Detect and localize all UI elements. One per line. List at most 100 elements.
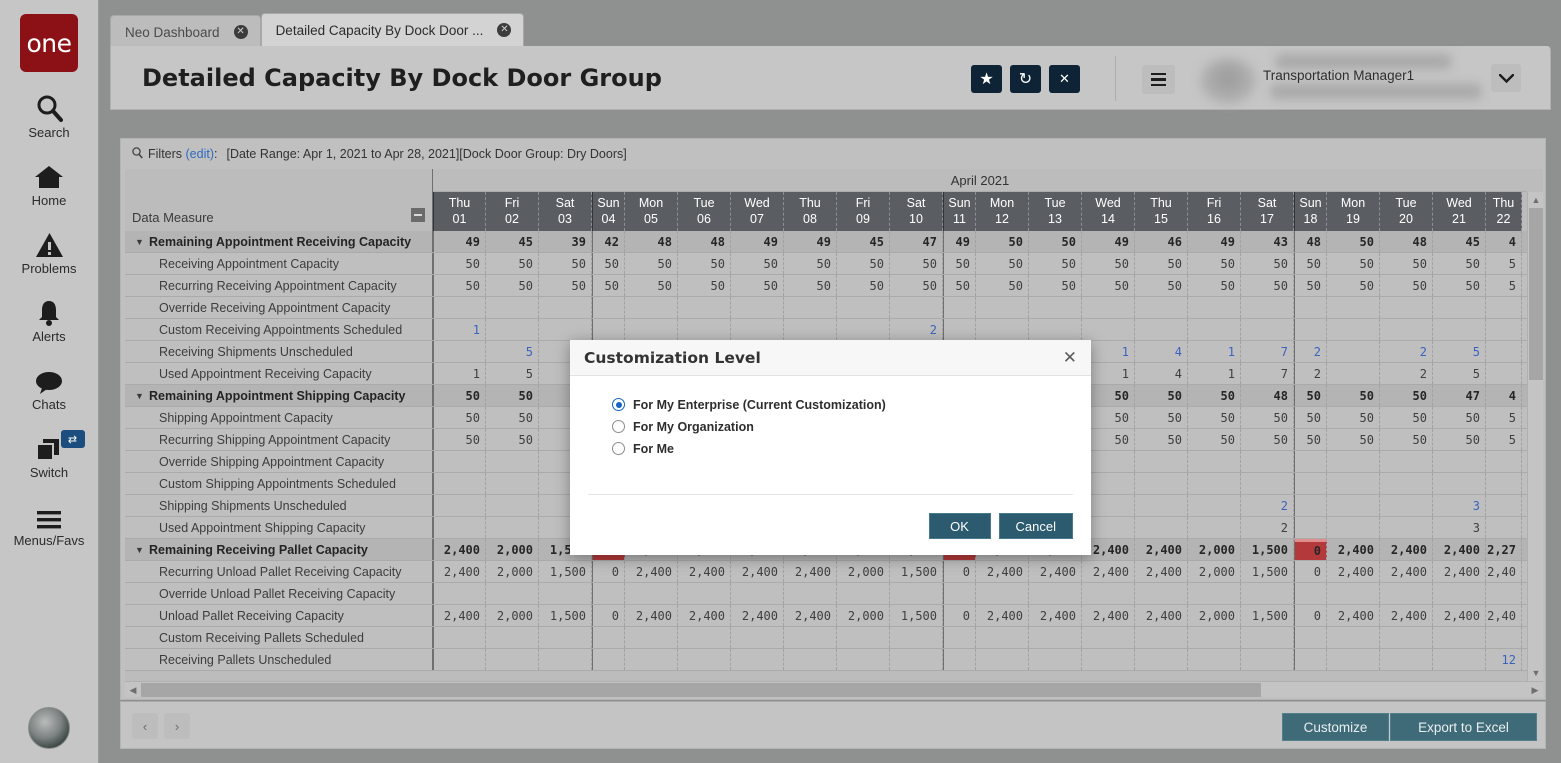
grid-cell[interactable]: 48 (1380, 231, 1433, 252)
grid-cell[interactable]: 2,400 (784, 561, 837, 582)
grid-cell[interactable]: 2,400 (1082, 605, 1135, 626)
grid-cell[interactable]: 50 (1327, 429, 1380, 450)
grid-row-label[interactable]: Recurring Unload Pallet Receiving Capaci… (125, 561, 433, 582)
grid-day-column-header[interactable]: Sun04 (592, 192, 625, 231)
grid-cell[interactable] (1294, 473, 1327, 494)
grid-cell[interactable] (837, 649, 890, 670)
grid-row-label[interactable]: ▼Remaining Receiving Pallet Capacity (125, 539, 433, 560)
grid-cell[interactable] (837, 583, 890, 604)
grid-cell[interactable] (433, 627, 486, 648)
grid-cell[interactable]: 2,400 (1327, 561, 1380, 582)
grid-cell[interactable]: 2,400 (1029, 605, 1082, 626)
grid-row-label[interactable]: Receiving Appointment Capacity (125, 253, 433, 274)
horizontal-scrollbar[interactable]: ◀ ▶ (125, 681, 1543, 697)
grid-cell[interactable]: 2,400 (433, 561, 486, 582)
grid-cell[interactable] (784, 583, 837, 604)
grid-cell[interactable]: 50 (1433, 407, 1486, 428)
grid-cell[interactable] (539, 649, 592, 670)
grid-cell[interactable] (486, 495, 539, 516)
grid-cell[interactable] (1241, 473, 1294, 494)
rail-item-chats[interactable]: Chats (0, 364, 99, 412)
cancel-button[interactable]: Cancel (999, 513, 1073, 539)
refresh-button[interactable]: ↻ (1010, 65, 1041, 93)
grid-cell[interactable] (433, 473, 486, 494)
grid-cell[interactable] (1241, 297, 1294, 318)
grid-cell[interactable]: 2,40 (1486, 605, 1522, 626)
grid-cell[interactable] (1433, 297, 1486, 318)
grid-cell[interactable]: 50 (625, 275, 678, 296)
grid-cell[interactable]: 50 (1327, 253, 1380, 274)
grid-cell[interactable]: 50 (1327, 275, 1380, 296)
grid-cell[interactable]: 50 (433, 407, 486, 428)
grid-cell[interactable]: 2,400 (731, 605, 784, 626)
rail-item-menus-favs[interactable]: Menus/Favs (0, 500, 99, 548)
grid-row-label[interactable]: Recurring Receiving Appointment Capacity (125, 275, 433, 296)
grid-cell[interactable]: 49 (433, 231, 486, 252)
grid-cell[interactable]: 7 (1241, 363, 1294, 384)
grid-cell[interactable] (486, 517, 539, 538)
grid-cell[interactable]: 49 (731, 231, 784, 252)
grid-cell[interactable] (731, 297, 784, 318)
grid-cell[interactable]: 2,400 (678, 605, 731, 626)
radio-icon[interactable] (612, 398, 625, 411)
grid-cell[interactable] (1082, 649, 1135, 670)
grid-cell[interactable]: 3 (1433, 517, 1486, 538)
grid-cell[interactable] (784, 319, 837, 340)
radio-icon[interactable] (612, 420, 625, 433)
grid-cell[interactable] (1188, 583, 1241, 604)
grid-cell[interactable]: 2,400 (1135, 605, 1188, 626)
grid-cell[interactable]: 50 (1241, 429, 1294, 450)
grid-cell[interactable]: 50 (976, 231, 1029, 252)
grid-cell[interactable] (1380, 451, 1433, 472)
chevron-down-icon[interactable]: ▼ (135, 545, 147, 555)
grid-cell[interactable] (1433, 649, 1486, 670)
grid-cell[interactable]: 50 (1380, 407, 1433, 428)
grid-cell[interactable]: 50 (1082, 275, 1135, 296)
grid-cell[interactable]: 1,500 (539, 561, 592, 582)
grid-cell[interactable]: 50 (1135, 275, 1188, 296)
grid-cell[interactable] (678, 627, 731, 648)
grid-cell[interactable]: 2,400 (678, 561, 731, 582)
close-icon[interactable]: ✕ (497, 23, 511, 37)
grid-cell[interactable] (1241, 649, 1294, 670)
grid-cell[interactable]: 5 (1486, 429, 1522, 450)
grid-day-column-header[interactable]: Thu08 (784, 192, 837, 231)
grid-cell[interactable]: 3 (1433, 495, 1486, 516)
grid-cell[interactable] (1135, 627, 1188, 648)
grid-cell[interactable]: 45 (1433, 231, 1486, 252)
grid-cell[interactable] (1241, 583, 1294, 604)
grid-cell[interactable]: 45 (486, 231, 539, 252)
filters-edit-link[interactable]: (edit) (186, 147, 214, 161)
grid-day-column-header[interactable]: Sat10 (890, 192, 943, 231)
grid-cell[interactable] (1135, 473, 1188, 494)
grid-cell[interactable]: 1 (433, 319, 486, 340)
grid-cell[interactable] (486, 627, 539, 648)
grid-cell[interactable]: 45 (837, 231, 890, 252)
grid-cell[interactable] (1486, 627, 1522, 648)
grid-cell[interactable]: 2,400 (731, 561, 784, 582)
grid-cell[interactable]: 50 (1433, 275, 1486, 296)
grid-cell[interactable]: 2,000 (1188, 561, 1241, 582)
user-menu-dropdown[interactable] (1491, 64, 1521, 92)
vertical-scrollbar[interactable]: ▲ ▼ (1527, 192, 1543, 681)
grid-row-label[interactable]: Override Unload Pallet Receiving Capacit… (125, 583, 433, 604)
grid-cell[interactable]: 2 (1380, 341, 1433, 362)
grid-cell[interactable] (486, 649, 539, 670)
switch-badge[interactable]: ⇄ (61, 430, 85, 448)
grid-cell[interactable]: 50 (784, 253, 837, 274)
grid-cell[interactable]: 1,500 (539, 605, 592, 626)
grid-cell[interactable]: 2 (890, 319, 943, 340)
scroll-right-arrow[interactable]: ▶ (1527, 682, 1543, 698)
grid-cell[interactable] (1188, 451, 1241, 472)
grid-cell[interactable] (678, 649, 731, 670)
grid-cell[interactable]: 0 (1294, 561, 1327, 582)
grid-cell[interactable]: 49 (1188, 231, 1241, 252)
grid-cell[interactable]: 2 (1294, 363, 1327, 384)
grid-cell[interactable] (1294, 517, 1327, 538)
grid-cell[interactable] (486, 473, 539, 494)
grid-cell[interactable] (943, 649, 976, 670)
grid-cell[interactable] (1327, 473, 1380, 494)
grid-cell[interactable]: 1,500 (1241, 539, 1294, 560)
grid-cell[interactable]: 50 (625, 253, 678, 274)
grid-cell[interactable]: 42 (592, 231, 625, 252)
